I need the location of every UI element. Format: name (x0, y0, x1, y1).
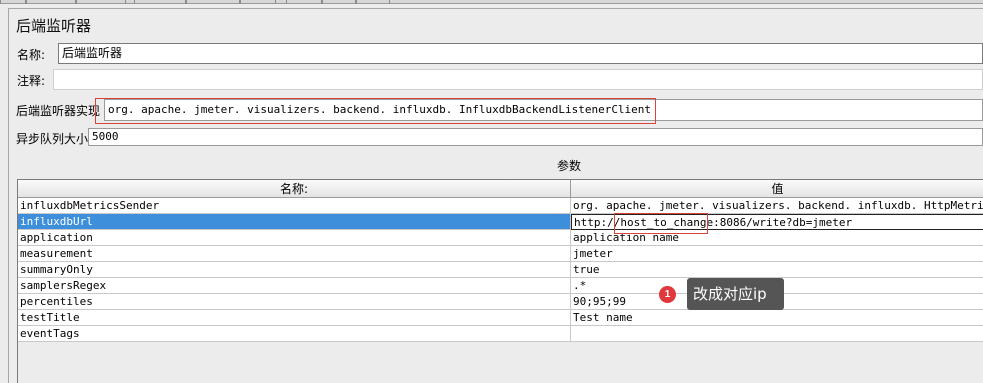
queue-size-field[interactable]: 5000 (88, 128, 983, 146)
table-row-selected[interactable]: influxdbUrl http://host_to_change:8086/w… (18, 214, 983, 230)
panel-title: 后端监听器 (16, 17, 92, 35)
param-name-cell[interactable]: eventTags (18, 326, 571, 342)
param-name-cell[interactable]: samplersRegex (18, 278, 571, 294)
toolbar-button[interactable] (76, 0, 126, 4)
toolbar-button[interactable] (0, 0, 26, 4)
param-name-cell[interactable]: summaryOnly (18, 262, 571, 278)
impl-label: 后端监听器实现 (16, 104, 101, 118)
param-value-cell[interactable] (571, 326, 983, 342)
toolbar-button[interactable] (26, 0, 76, 4)
param-name-cell[interactable]: percentiles (18, 294, 571, 310)
param-value-cell[interactable]: jmeter (571, 246, 983, 262)
param-name-cell[interactable]: application (18, 230, 571, 246)
param-value-cell[interactable]: http://host_to_change:8086/write?db=jmet… (571, 214, 983, 230)
name-label: 名称: (17, 48, 46, 62)
impl-class-field[interactable]: org. apache. jmeter. visualizers. backen… (104, 99, 983, 121)
toolbar-button[interactable] (240, 0, 276, 4)
param-value-cell[interactable]: org. apache. jmeter. visualizers. backen… (571, 198, 983, 214)
comment-field[interactable] (53, 69, 983, 90)
toolbar-button[interactable] (286, 0, 322, 4)
annotation-text: 改成对应ip (687, 278, 784, 310)
queue-size-label: 异步队列大小 (16, 132, 89, 146)
column-header-value[interactable]: 值 (571, 180, 983, 198)
toolbar-button[interactable] (134, 0, 186, 4)
toolbar-button[interactable] (356, 0, 390, 4)
table-row[interactable]: samplersRegex .* (18, 278, 983, 294)
param-name-cell[interactable]: influxdbMetricsSender (18, 198, 571, 214)
params-table: 名称: 值 influxdbMetricsSender org. apache.… (17, 179, 983, 383)
toolbar-button[interactable] (322, 0, 356, 4)
param-name-cell[interactable]: influxdbUrl (18, 214, 571, 230)
table-row[interactable]: eventTags (18, 326, 983, 342)
params-caption: 参数 (557, 159, 582, 173)
column-header-name[interactable]: 名称: (18, 180, 571, 198)
table-row[interactable]: measurement jmeter (18, 246, 983, 262)
table-row[interactable]: percentiles 90;95;99 (18, 294, 983, 310)
annotation-number-badge: 1 (659, 286, 676, 303)
param-value-cell[interactable]: Test name (571, 310, 983, 326)
param-value-cell[interactable]: application name (571, 230, 983, 246)
toolbar-button[interactable] (186, 0, 240, 4)
param-name-cell[interactable]: testTitle (18, 310, 571, 326)
table-row[interactable]: testTitle Test name (18, 310, 983, 326)
table-row[interactable]: influxdbMetricsSender org. apache. jmete… (18, 198, 983, 214)
table-row[interactable]: application application name (18, 230, 983, 246)
param-name-cell[interactable]: measurement (18, 246, 571, 262)
name-field[interactable]: 后端监听器 (58, 43, 983, 64)
comment-label: 注释: (17, 74, 46, 88)
toolbar-strip (0, 0, 983, 4)
param-value-cell[interactable]: true (571, 262, 983, 278)
annotation-callout: 1 改成对应ip (659, 278, 784, 312)
table-row[interactable]: summaryOnly true (18, 262, 983, 278)
